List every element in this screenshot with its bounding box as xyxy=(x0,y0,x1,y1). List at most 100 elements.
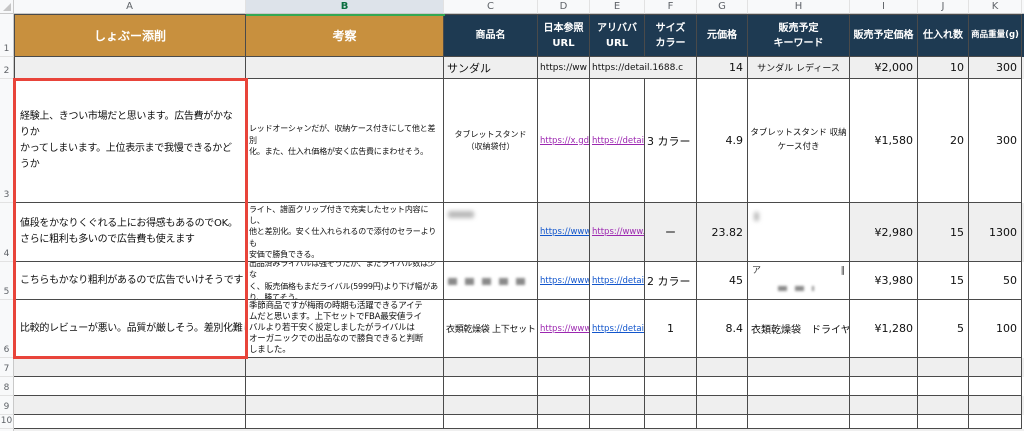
cell-a9[interactable] xyxy=(14,396,246,415)
cell-k1-header-weight[interactable]: 商品重量(g) xyxy=(969,14,1022,57)
cell-j9[interactable] xyxy=(918,396,969,415)
cell-c10[interactable] xyxy=(444,415,538,429)
row-header-3[interactable]: 3 xyxy=(0,79,14,203)
cell-b2[interactable] xyxy=(246,57,444,79)
cell-a3-comment[interactable]: 経験上、きつい市場だと思います。広告費がかなりか かってしまいます。上位表示まで… xyxy=(14,79,246,203)
link-e5[interactable]: https://detail xyxy=(590,276,645,286)
cell-g6[interactable]: 8.4 xyxy=(697,300,748,358)
cell-h3[interactable]: タブレットスタンド 収納 ケース付き xyxy=(748,79,850,203)
cell-a8[interactable] xyxy=(14,377,246,396)
cell-c8[interactable] xyxy=(444,377,538,396)
cell-h9[interactable] xyxy=(748,396,850,415)
cell-b5-comment[interactable]: 出品済みライバルは強そうだが、まだライバル数は少な く、販売価格もまだライバル(… xyxy=(246,262,444,300)
row-header-1[interactable]: 1 xyxy=(0,14,14,57)
cell-e7[interactable] xyxy=(590,358,645,377)
cell-k10[interactable] xyxy=(969,415,1022,429)
cell-i10[interactable] xyxy=(850,415,918,429)
cell-j2[interactable]: 10 xyxy=(918,57,969,79)
cell-d8[interactable] xyxy=(538,377,590,396)
cell-d2[interactable]: https://ww xyxy=(538,57,590,79)
cell-f7[interactable] xyxy=(645,358,697,377)
cell-i3[interactable]: ¥1,580 xyxy=(850,79,918,203)
link-d4[interactable]: https://www. xyxy=(538,227,590,237)
cell-c6[interactable]: 衣類乾燥袋 上下セット xyxy=(444,300,538,358)
cell-k6[interactable]: 100 xyxy=(969,300,1022,358)
cell-a4-comment[interactable]: 値段をかなりくぐれる上にお得感もあるのでOK。 さらに粗利も多いので広告費も使え… xyxy=(14,203,246,262)
cell-c7[interactable] xyxy=(444,358,538,377)
cell-i9[interactable] xyxy=(850,396,918,415)
row-header-7[interactable]: 7 xyxy=(0,358,14,377)
cell-j6[interactable]: 5 xyxy=(918,300,969,358)
column-header-c[interactable]: C xyxy=(444,0,538,14)
cell-f8[interactable] xyxy=(645,377,697,396)
row-header-9[interactable]: 9 xyxy=(0,396,14,415)
cell-c1-header-product-name[interactable]: 商品名 xyxy=(444,14,538,57)
cell-k5[interactable]: 50 xyxy=(969,262,1022,300)
link-d6[interactable]: https://www. xyxy=(538,324,590,334)
column-header-f[interactable]: F xyxy=(645,0,697,14)
cell-a10[interactable] xyxy=(14,415,246,429)
row-header-4[interactable]: 4 xyxy=(0,203,14,262)
row-header-10[interactable]: 10 xyxy=(0,415,14,429)
cell-c4-redacted[interactable] xyxy=(444,203,538,262)
cell-f6[interactable]: 1 xyxy=(645,300,697,358)
column-header-j[interactable]: J xyxy=(918,0,969,14)
cell-a5-comment[interactable]: こちらもかなり粗利があるので広告でいけそうです xyxy=(14,262,246,300)
cell-e2-overflow[interactable]: https://detail.1688.c xyxy=(590,57,697,79)
cell-d1-header-japan-url[interactable]: 日本参照 URL xyxy=(538,14,590,57)
row-header-2[interactable]: 2 xyxy=(0,57,14,79)
cell-h8[interactable] xyxy=(748,377,850,396)
column-header-h[interactable]: H xyxy=(748,0,850,14)
column-header-b[interactable]: B xyxy=(246,0,444,14)
cell-h5-redacted[interactable]: ア ∥ xyxy=(748,262,850,300)
cell-g1-header-original-price[interactable]: 元価格 xyxy=(697,14,748,57)
link-e6[interactable]: https://detail xyxy=(590,324,645,334)
cell-b1-header-kousatsu[interactable]: 考察 xyxy=(246,14,444,57)
column-header-g[interactable]: G xyxy=(697,0,748,14)
column-header-i[interactable]: I xyxy=(850,0,918,14)
cell-b7[interactable] xyxy=(246,358,444,377)
cell-h4-redacted[interactable] xyxy=(748,203,850,262)
cell-g10[interactable] xyxy=(697,415,748,429)
cell-d9[interactable] xyxy=(538,396,590,415)
cell-k3[interactable]: 300 xyxy=(969,79,1022,203)
cell-e1-header-alibaba-url[interactable]: アリババ URL xyxy=(590,14,645,57)
cell-b4-comment[interactable]: ライト、譜面クリップ付きで充実したセット内容にし、 他と差別化。安く仕入れられる… xyxy=(246,203,444,262)
cell-h1-header-sales-keyword[interactable]: 販売予定 キーワード xyxy=(748,14,850,57)
cell-k8[interactable] xyxy=(969,377,1022,396)
cell-a7[interactable] xyxy=(14,358,246,377)
cell-f1-header-size-color[interactable]: サイズ カラー xyxy=(645,14,697,57)
cell-i8[interactable] xyxy=(850,377,918,396)
cell-c9[interactable] xyxy=(444,396,538,415)
cell-a2[interactable] xyxy=(14,57,246,79)
cell-j7[interactable] xyxy=(918,358,969,377)
cell-f5[interactable]: 2 カラー xyxy=(645,262,697,300)
row-header-6[interactable]: 6 xyxy=(0,300,14,358)
cell-j5[interactable]: 15 xyxy=(918,262,969,300)
cell-f10[interactable] xyxy=(645,415,697,429)
select-all-corner[interactable] xyxy=(0,0,14,14)
cell-g2[interactable]: 14 xyxy=(697,57,748,79)
column-header-e[interactable]: E xyxy=(590,0,645,14)
cell-d7[interactable] xyxy=(538,358,590,377)
cell-b8[interactable] xyxy=(246,377,444,396)
cell-h10[interactable] xyxy=(748,415,850,429)
cell-i2[interactable]: ¥2,000 xyxy=(850,57,918,79)
cell-g4[interactable]: 23.82 xyxy=(697,203,748,262)
cell-i5[interactable]: ¥3,980 xyxy=(850,262,918,300)
cell-c5-redacted[interactable] xyxy=(444,262,538,300)
cell-b6-comment[interactable]: 季節商品ですが梅雨の時期も活躍できるアイテ ムだと思います。上下セットでFBA最… xyxy=(246,300,444,358)
link-e3[interactable]: https://detail xyxy=(590,136,645,146)
cell-a6-comment[interactable]: 比較的レビューが悪い。品質が厳しそう。差別化難しい xyxy=(14,300,246,358)
cell-j3[interactable]: 20 xyxy=(918,79,969,203)
column-header-k[interactable]: K xyxy=(969,0,1022,14)
cell-g7[interactable] xyxy=(697,358,748,377)
cell-i6[interactable]: ¥1,280 xyxy=(850,300,918,358)
cell-c3[interactable]: タブレットスタンド （収納袋付） xyxy=(444,79,538,203)
cell-k2[interactable]: 300 xyxy=(969,57,1022,79)
link-d3[interactable]: https://x.gd/e xyxy=(538,136,590,146)
cell-i7[interactable] xyxy=(850,358,918,377)
cell-e10[interactable] xyxy=(590,415,645,429)
link-d5[interactable]: https://www. xyxy=(538,276,590,286)
cell-i1-header-planned-price[interactable]: 販売予定価格 xyxy=(850,14,918,57)
